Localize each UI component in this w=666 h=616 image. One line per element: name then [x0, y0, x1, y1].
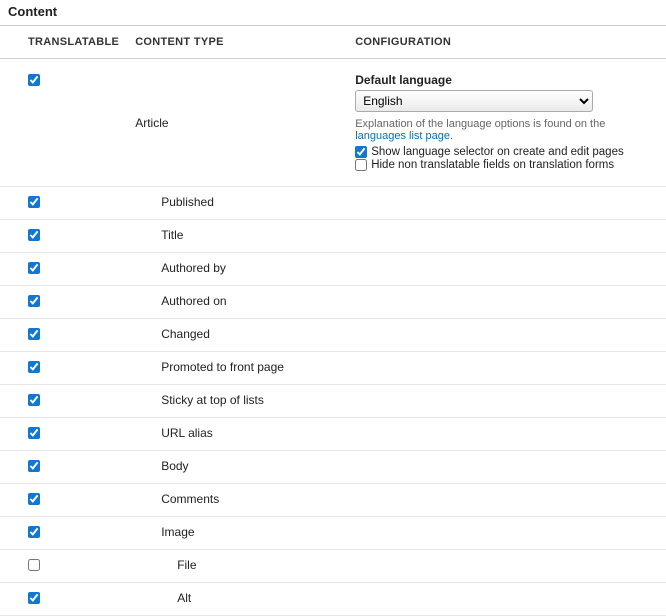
col-header-translatable: TRANSLATABLE — [0, 26, 127, 59]
table-row: Changed — [0, 319, 666, 352]
field-label: URL alias — [135, 426, 213, 440]
field-label: Title — [135, 228, 183, 242]
table-row: Published — [0, 187, 666, 220]
field-label: Promoted to front page — [135, 360, 284, 374]
row-article: Article Default language English Explana… — [0, 59, 666, 187]
content-type-label-article: Article — [135, 116, 168, 130]
table-row: Title — [0, 220, 666, 253]
table-row: Authored on — [0, 286, 666, 319]
show-language-selector-checkbox[interactable] — [355, 146, 367, 158]
content-translation-table: TRANSLATABLE CONTENT TYPE CONFIGURATION … — [0, 26, 666, 616]
translatable-checkbox-article[interactable] — [28, 74, 40, 86]
field-label: Authored by — [135, 261, 226, 275]
table-row: Body — [0, 451, 666, 484]
show-language-selector-label: Show language selector on create and edi… — [371, 146, 624, 158]
field-label: Authored on — [135, 294, 226, 308]
default-language-label: Default language — [355, 73, 658, 87]
table-row: Authored by — [0, 253, 666, 286]
table-row: URL alias — [0, 418, 666, 451]
translatable-checkbox[interactable] — [28, 460, 40, 472]
field-label: Sticky at top of lists — [135, 393, 264, 407]
field-label: Published — [135, 195, 214, 209]
field-label: Comments — [135, 492, 219, 506]
table-row: Sticky at top of lists — [0, 385, 666, 418]
field-label: File — [135, 558, 196, 572]
translatable-checkbox[interactable] — [28, 526, 40, 538]
field-label: Body — [135, 459, 188, 473]
translatable-checkbox[interactable] — [28, 295, 40, 307]
field-label: Alt — [135, 591, 191, 605]
translatable-checkbox[interactable] — [28, 592, 40, 604]
translatable-checkbox[interactable] — [28, 262, 40, 274]
translatable-checkbox[interactable] — [28, 559, 40, 571]
table-row: Promoted to front page — [0, 352, 666, 385]
field-label: Image — [135, 525, 194, 539]
default-language-select[interactable]: English — [355, 90, 593, 112]
table-row: Alt — [0, 583, 666, 616]
table-row: Comments — [0, 484, 666, 517]
hide-nontranslatable-label: Hide non translatable fields on translat… — [371, 159, 614, 171]
language-explanation: Explanation of the language options is f… — [355, 118, 658, 142]
col-header-content-type: CONTENT TYPE — [127, 26, 347, 59]
article-config-block: Default language English Explanation of … — [355, 73, 658, 171]
col-header-configuration: CONFIGURATION — [347, 26, 666, 59]
translatable-checkbox[interactable] — [28, 394, 40, 406]
translatable-checkbox[interactable] — [28, 493, 40, 505]
table-row: Image — [0, 517, 666, 550]
hide-nontranslatable-checkbox[interactable] — [355, 159, 367, 171]
translatable-checkbox[interactable] — [28, 427, 40, 439]
translatable-checkbox[interactable] — [28, 361, 40, 373]
table-row: File — [0, 550, 666, 583]
translatable-checkbox[interactable] — [28, 196, 40, 208]
field-label: Changed — [135, 327, 210, 341]
translatable-checkbox[interactable] — [28, 229, 40, 241]
languages-list-link[interactable]: languages list page — [355, 130, 450, 142]
section-title: Content — [0, 0, 666, 26]
translatable-checkbox[interactable] — [28, 328, 40, 340]
